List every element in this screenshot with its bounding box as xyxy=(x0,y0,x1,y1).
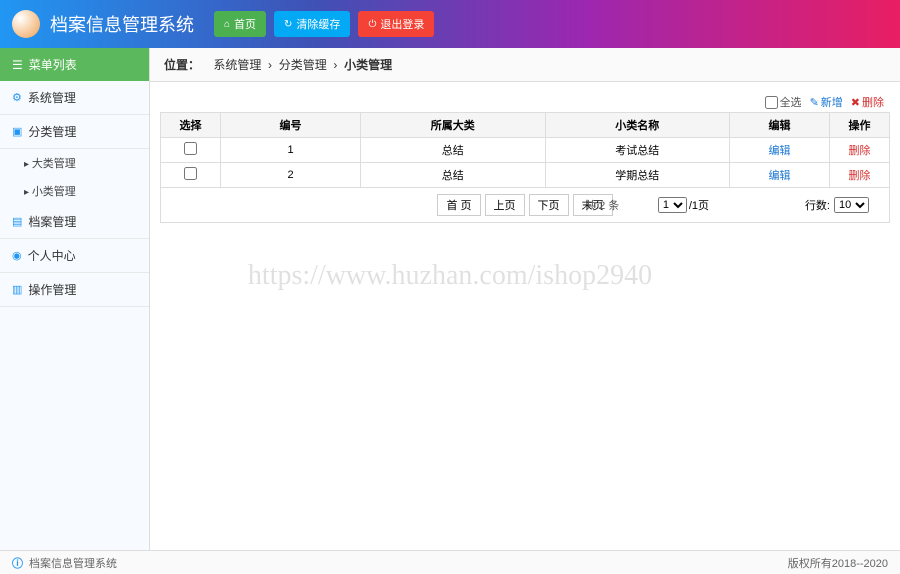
rows-per-page: 行数: 10 xyxy=(805,197,869,213)
sidebar-label: 操作管理 xyxy=(28,281,76,298)
sidebar-label: 档案管理 xyxy=(28,213,76,230)
info-icon: ⓘ xyxy=(12,555,23,571)
th-name: 小类名称 xyxy=(545,113,730,138)
menu-icon: ☰ xyxy=(12,58,23,72)
sidebar-item-system[interactable]: ⚙ 系统管理 xyxy=(0,81,149,115)
home-label: 首页 xyxy=(234,16,256,32)
select-all-input[interactable] xyxy=(765,96,778,109)
cell-name: 学期总结 xyxy=(545,163,730,188)
next-page-button[interactable]: 下页 xyxy=(529,194,569,216)
rows-label: 行数: xyxy=(805,197,830,213)
data-table: 选择 编号 所属大类 小类名称 编辑 操作 1 总结 考试总结 编辑 xyxy=(160,112,890,188)
sidebar-sub-big-category[interactable]: 大类管理 xyxy=(0,149,149,177)
sidebar-item-archive[interactable]: ▤ 档案管理 xyxy=(0,205,149,239)
table-row: 1 总结 考试总结 编辑 删除 xyxy=(161,138,890,163)
prev-page-button[interactable]: 上页 xyxy=(485,194,525,216)
delete-label: 删除 xyxy=(862,94,884,110)
footer-name: 档案信息管理系统 xyxy=(29,555,117,571)
refresh-icon: ↻ xyxy=(284,19,292,30)
breadcrumb-label: 位置： xyxy=(164,58,200,72)
main-content: 位置： 系统管理 › 分类管理 › 小类管理 全选 ✎ 新增 ✖ xyxy=(150,48,900,550)
th-op: 操作 xyxy=(830,113,890,138)
home-button[interactable]: ⌂ 首页 xyxy=(214,11,266,37)
row-checkbox[interactable] xyxy=(184,167,197,180)
th-edit: 编辑 xyxy=(730,113,830,138)
menu-header: ☰ 菜单列表 xyxy=(0,48,149,81)
breadcrumb-item[interactable]: 分类管理 xyxy=(279,58,327,72)
sidebar-item-profile[interactable]: ◉ 个人中心 xyxy=(0,239,149,273)
breadcrumb: 位置： 系统管理 › 分类管理 › 小类管理 xyxy=(150,48,900,82)
cell-id: 2 xyxy=(221,163,361,188)
sidebar-label: 系统管理 xyxy=(28,89,76,106)
plus-icon: ✎ xyxy=(810,96,819,109)
table-toolbar: 全选 ✎ 新增 ✖ 删除 xyxy=(160,92,890,112)
delete-button[interactable]: ✖ 删除 xyxy=(851,94,884,110)
pagination: 首 页 上页 下页 末页 共 2 条 1 /1页 行数: xyxy=(160,188,890,223)
sidebar-sub-small-category[interactable]: 小类管理 xyxy=(0,177,149,205)
cell-name: 考试总结 xyxy=(545,138,730,163)
page-jump: 1 /1页 xyxy=(658,197,709,213)
first-page-button[interactable]: 首 页 xyxy=(437,194,480,216)
x-icon: ✖ xyxy=(851,96,860,109)
breadcrumb-item[interactable]: 系统管理 xyxy=(213,58,261,72)
menu-title: 菜单列表 xyxy=(29,56,77,73)
power-icon: ⏻ xyxy=(368,19,376,30)
cell-id: 1 xyxy=(221,138,361,163)
logout-label: 退出登录 xyxy=(380,16,424,32)
edit-link[interactable]: 编辑 xyxy=(769,170,791,182)
delete-link[interactable]: 删除 xyxy=(849,170,871,182)
delete-link[interactable]: 删除 xyxy=(849,145,871,157)
app-header: 档案信息管理系统 ⌂ 首页 ↻ 清除缓存 ⏻ 退出登录 xyxy=(0,0,900,48)
add-new-button[interactable]: ✎ 新增 xyxy=(810,94,843,110)
folder-icon: ▣ xyxy=(12,125,22,138)
sidebar: ☰ 菜单列表 ⚙ 系统管理 ▣ 分类管理 大类管理 小类管理 ▤ 档案管理 ◉ … xyxy=(0,48,150,550)
th-big-cat: 所属大类 xyxy=(361,113,546,138)
select-all-checkbox[interactable]: 全选 xyxy=(765,94,802,110)
table-header-row: 选择 编号 所属大类 小类名称 编辑 操作 xyxy=(161,113,890,138)
add-label: 新增 xyxy=(821,94,843,110)
list-icon: ▥ xyxy=(12,283,22,296)
cell-category: 总结 xyxy=(361,163,546,188)
page-select[interactable]: 1 xyxy=(658,197,687,213)
total-count: 共 2 条 xyxy=(585,197,619,213)
cell-category: 总结 xyxy=(361,138,546,163)
clear-label: 清除缓存 xyxy=(296,16,340,32)
select-all-label: 全选 xyxy=(780,94,802,110)
th-id: 编号 xyxy=(221,113,361,138)
page-total: /1页 xyxy=(689,197,709,213)
app-logo-icon xyxy=(12,10,40,38)
file-icon: ▤ xyxy=(12,215,22,228)
footer: ⓘ 档案信息管理系统 版权所有2018--2020 xyxy=(0,550,900,574)
edit-link[interactable]: 编辑 xyxy=(769,145,791,157)
logout-button[interactable]: ⏻ 退出登录 xyxy=(358,11,434,37)
th-select: 选择 xyxy=(161,113,221,138)
app-title: 档案信息管理系统 xyxy=(50,11,194,37)
home-icon: ⌂ xyxy=(224,19,230,30)
breadcrumb-current: 小类管理 xyxy=(344,58,392,72)
table-row: 2 总结 学期总结 编辑 删除 xyxy=(161,163,890,188)
rows-select[interactable]: 10 xyxy=(834,197,869,213)
sidebar-label: 分类管理 xyxy=(28,123,76,140)
sidebar-label: 个人中心 xyxy=(28,247,76,264)
sidebar-item-operation[interactable]: ▥ 操作管理 xyxy=(0,273,149,307)
footer-copyright: 版权所有2018--2020 xyxy=(788,555,888,571)
row-checkbox[interactable] xyxy=(184,142,197,155)
gear-icon: ⚙ xyxy=(12,91,22,104)
clear-cache-button[interactable]: ↻ 清除缓存 xyxy=(274,11,350,37)
user-icon: ◉ xyxy=(12,249,22,262)
sidebar-item-category[interactable]: ▣ 分类管理 xyxy=(0,115,149,149)
